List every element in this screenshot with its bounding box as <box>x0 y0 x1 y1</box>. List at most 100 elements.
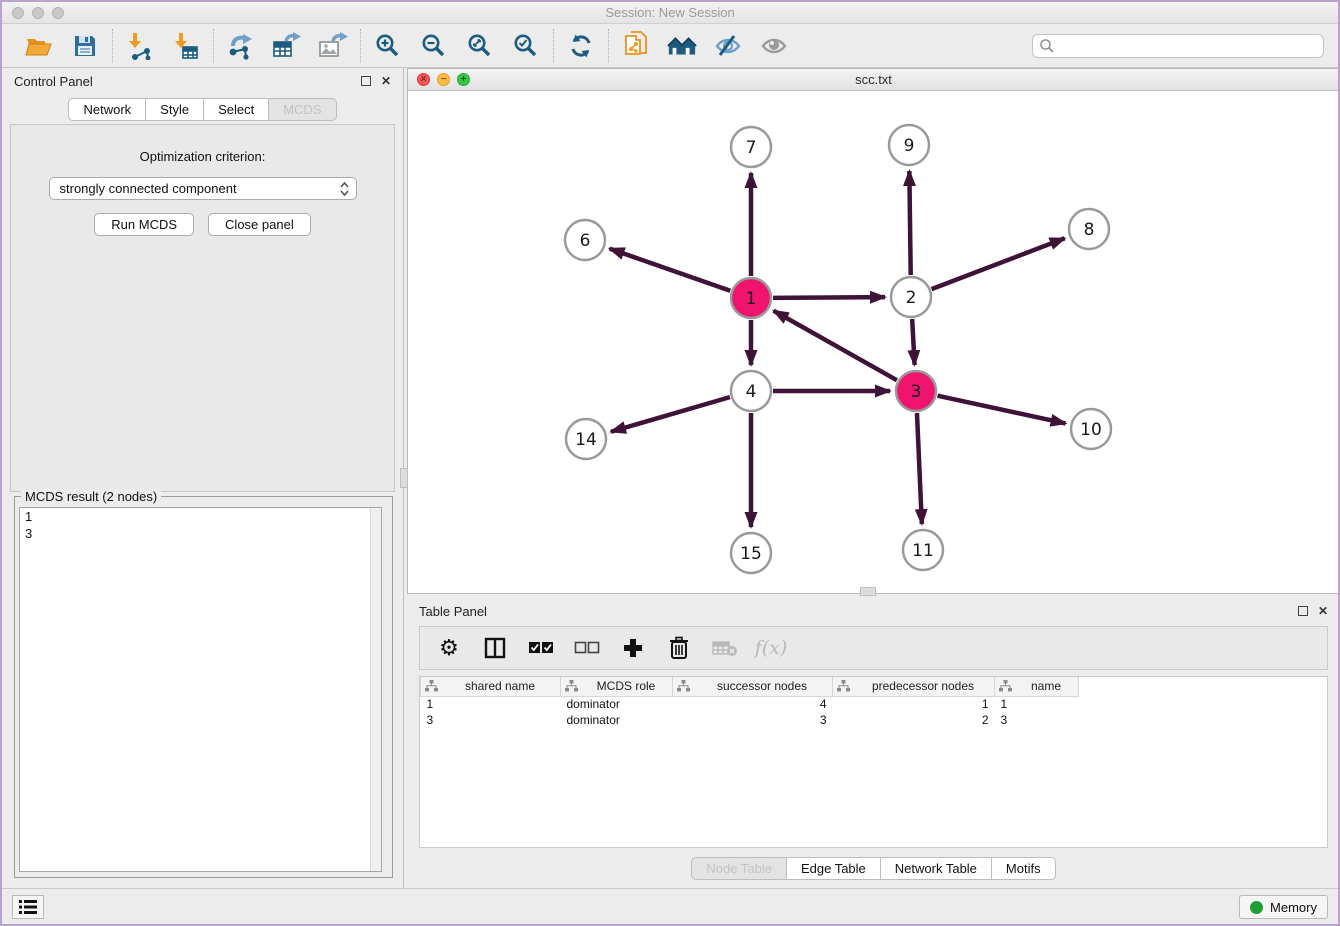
table-close-panel-icon[interactable]: ✕ <box>1318 605 1328 617</box>
node-table-body: 1dominator4113dominator323 <box>421 696 1079 728</box>
memory-button[interactable]: Memory <box>1239 895 1328 919</box>
delete-table-icon[interactable] <box>712 635 738 661</box>
zoom-fit-icon[interactable] <box>465 31 495 61</box>
mcds-result-items: 13 <box>20 508 381 542</box>
import-table-icon[interactable] <box>171 31 201 61</box>
table-cell[interactable]: 1 <box>995 696 1079 712</box>
graph-node-label: 8 <box>1084 220 1095 240</box>
refresh-layout-icon[interactable] <box>566 31 596 61</box>
table-cell[interactable]: 2 <box>833 712 995 728</box>
zoom-out-icon[interactable] <box>419 31 449 61</box>
status-bar: Memory <box>2 888 1338 924</box>
export-table-icon[interactable] <box>272 31 302 61</box>
graph-edge-2-8[interactable] <box>932 238 1065 289</box>
add-row-icon[interactable] <box>620 635 646 661</box>
tab-mcds[interactable]: MCDS <box>269 98 336 121</box>
hide-selected-icon[interactable] <box>713 31 743 61</box>
table-cell[interactable]: 3 <box>995 712 1079 728</box>
memory-label: Memory <box>1270 900 1317 915</box>
result-list-item[interactable]: 3 <box>20 525 381 542</box>
close-panel-icon[interactable]: ✕ <box>381 75 391 87</box>
select-all-icon[interactable] <box>528 635 554 661</box>
column-header-name[interactable]: name <box>995 677 1079 696</box>
mcds-panel: Optimization criterion: strongly connect… <box>10 124 395 492</box>
network-window-titlebar[interactable]: × − + scc.txt <box>408 69 1339 91</box>
table-cell[interactable]: 4 <box>673 696 833 712</box>
graph-node-label: 2 <box>906 288 917 308</box>
graph-edge-3-10[interactable] <box>937 396 1065 424</box>
graph-node-label: 9 <box>904 136 915 156</box>
graph-edge-3-1[interactable] <box>774 311 897 380</box>
table-cell[interactable]: 3 <box>421 712 561 728</box>
column-header-predecessor-nodes[interactable]: predecessor nodes <box>833 677 995 696</box>
delete-row-icon[interactable] <box>666 635 692 661</box>
deselect-all-icon[interactable] <box>574 635 600 661</box>
graph-edge-2-9[interactable] <box>909 171 910 275</box>
table-cell[interactable]: dominator <box>561 712 673 728</box>
main-titlebar: Session: New Session <box>2 2 1338 24</box>
run-mcds-button[interactable]: Run MCDS <box>94 213 194 236</box>
table-cell[interactable]: 1 <box>421 696 561 712</box>
network-canvas[interactable]: 7968124314101511 <box>408 91 1339 593</box>
open-session-icon[interactable] <box>24 31 54 61</box>
graph-edge-1-6[interactable] <box>610 249 731 291</box>
copy-network-icon[interactable] <box>621 31 651 61</box>
table-row[interactable]: 1dominator411 <box>421 696 1079 712</box>
export-network-icon[interactable] <box>226 31 256 61</box>
table-float-panel-icon[interactable] <box>1298 606 1308 616</box>
tab-network-table[interactable]: Network Table <box>881 857 992 880</box>
list-icon <box>19 899 37 915</box>
graph-node-label: 7 <box>746 138 757 158</box>
control-panel: Control Panel ✕ NetworkStyleSelectMCDS O… <box>2 68 404 888</box>
column-header-MCDS-role[interactable]: MCDS role <box>561 677 673 696</box>
function-builder-icon[interactable]: f(x) <box>758 635 784 661</box>
first-neighbors-icon[interactable] <box>667 31 697 61</box>
result-scrollbar[interactable] <box>370 508 381 871</box>
tab-edge-table[interactable]: Edge Table <box>787 857 881 880</box>
network-window: × − + scc.txt 7968124314101511 <box>407 68 1340 594</box>
graph-edge-2-3[interactable] <box>912 319 914 365</box>
table-row[interactable]: 3dominator323 <box>421 712 1079 728</box>
import-network-icon[interactable] <box>125 31 155 61</box>
tab-style[interactable]: Style <box>146 98 204 121</box>
column-header-successor-nodes[interactable]: successor nodes <box>673 677 833 696</box>
column-header-shared-name[interactable]: shared name <box>421 677 561 696</box>
optimization-criterion-label: Optimization criterion: <box>11 149 394 164</box>
tab-select[interactable]: Select <box>204 98 269 121</box>
table-toolbar: ⚙ f(x) <box>419 626 1328 670</box>
table-cell[interactable]: 1 <box>833 696 995 712</box>
result-list-item[interactable]: 1 <box>20 508 381 525</box>
task-history-button[interactable] <box>12 895 44 919</box>
close-panel-button[interactable]: Close panel <box>208 213 311 236</box>
graph-edge-3-11[interactable] <box>917 413 922 524</box>
show-all-icon[interactable] <box>759 31 789 61</box>
dropdown-arrows-icon <box>339 181 350 197</box>
search-icon <box>1039 38 1055 54</box>
vertical-splitter-handle[interactable] <box>400 468 408 488</box>
mcds-result-list[interactable]: 13 <box>19 507 382 872</box>
tab-motifs[interactable]: Motifs <box>992 857 1056 880</box>
optimization-criterion-select[interactable]: strongly connected component <box>49 177 357 200</box>
graph-node-label: 15 <box>740 544 762 564</box>
network-window-title: scc.txt <box>408 72 1339 87</box>
table-cell[interactable]: dominator <box>561 696 673 712</box>
save-session-icon[interactable] <box>70 31 100 61</box>
tab-network[interactable]: Network <box>68 98 146 121</box>
graph-edge-4-14[interactable] <box>611 397 730 432</box>
table-header-row: shared nameMCDS rolesuccessor nodesprede… <box>421 677 1079 696</box>
horizontal-splitter-handle[interactable] <box>860 587 876 596</box>
main-toolbar <box>2 24 1338 68</box>
show-column-icon[interactable] <box>482 635 508 661</box>
tab-node-table[interactable]: Node Table <box>691 857 787 880</box>
zoom-selected-icon[interactable] <box>511 31 541 61</box>
export-image-icon[interactable] <box>318 31 348 61</box>
float-panel-icon[interactable] <box>361 76 371 86</box>
application-window: Session: New Session <box>0 0 1340 926</box>
search-input[interactable] <box>1055 39 1317 53</box>
table-options-icon[interactable]: ⚙ <box>436 635 462 661</box>
zoom-in-icon[interactable] <box>373 31 403 61</box>
graph-edge-1-2[interactable] <box>773 297 885 298</box>
table-cell[interactable]: 3 <box>673 712 833 728</box>
search-box[interactable] <box>1032 34 1324 58</box>
graph-node-label: 10 <box>1080 420 1102 440</box>
